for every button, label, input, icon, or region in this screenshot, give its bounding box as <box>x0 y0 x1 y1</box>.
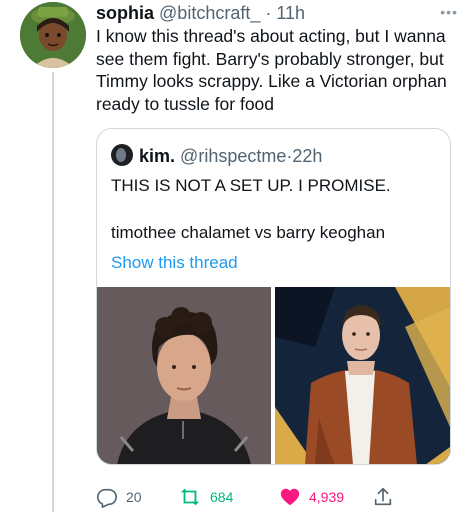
quoted-header: kim. @rihspectme·22h <box>111 144 322 167</box>
tweet-time[interactable]: 11h <box>276 3 305 23</box>
reply-icon <box>96 486 118 508</box>
author-handle[interactable]: @bitchcraft_ <box>159 3 260 23</box>
like-button[interactable]: 4,939 <box>279 486 344 508</box>
heart-icon <box>279 486 301 508</box>
quoted-handle: @rihspectme <box>180 146 287 166</box>
reply-count: 20 <box>126 489 142 505</box>
quoted-avatar <box>111 144 133 166</box>
more-icon[interactable]: ••• <box>440 4 458 20</box>
like-count: 4,939 <box>309 489 345 505</box>
share-button[interactable] <box>372 486 394 508</box>
tweet-actions: 20 684 4,939 <box>96 486 456 512</box>
tweet-text: I know this thread's about acting, but I… <box>96 26 447 114</box>
retweet-icon <box>178 486 202 508</box>
reply-button[interactable]: 20 <box>96 486 142 508</box>
quoted-text-line-2: timothee chalamet vs barry keoghan <box>111 223 386 242</box>
share-icon <box>372 486 394 508</box>
separator-dot: · <box>265 3 272 23</box>
quoted-text-line-1: THIS IS NOT A SET UP. I PROMISE. <box>111 176 391 195</box>
quoted-photos <box>97 287 450 464</box>
quoted-name: kim. <box>139 146 176 166</box>
show-thread-link[interactable]: Show this thread <box>111 252 238 274</box>
barry-photo[interactable] <box>275 287 450 464</box>
thread-line <box>52 72 54 512</box>
author-avatar[interactable] <box>20 2 86 68</box>
tweet-header: sophia @bitchcraft_ · 11h <box>96 2 305 24</box>
timothee-photo[interactable] <box>97 287 271 464</box>
retweet-count: 684 <box>210 489 234 505</box>
retweet-button[interactable]: 684 <box>178 486 233 508</box>
quoted-time: 22h <box>292 146 323 166</box>
quoted-tweet[interactable]: kim. @rihspectme·22h THIS IS NOT A SET U… <box>96 128 451 465</box>
author-name[interactable]: sophia <box>96 3 154 23</box>
